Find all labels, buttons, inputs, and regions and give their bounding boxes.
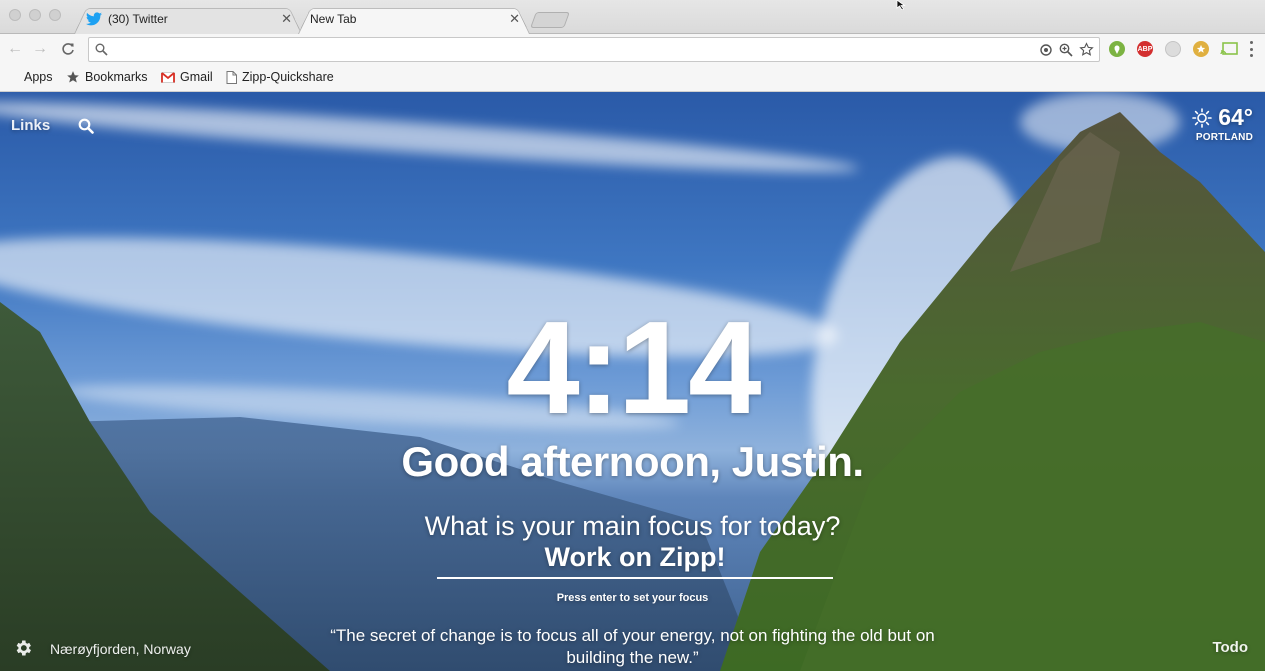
focus-hint: Press enter to set your focus [556, 592, 709, 604]
address-input[interactable] [113, 41, 1033, 58]
bookmark-label: Apps [24, 70, 53, 84]
gmail-icon [161, 71, 175, 83]
close-tab-icon[interactable]: ✕ [281, 11, 292, 27]
bookmark-label: Gmail [180, 70, 213, 84]
search-icon[interactable] [78, 118, 94, 134]
star-icon [67, 71, 79, 83]
weather-city: PORTLAND [1195, 132, 1253, 143]
location-ext-icon[interactable] [1109, 41, 1125, 57]
zoom-icon[interactable] [1059, 43, 1073, 57]
bookmark-label: Bookmarks [85, 70, 148, 84]
close-window-button[interactable] [9, 9, 21, 21]
bookmark-bookmarks[interactable]: Bookmarks [66, 70, 148, 84]
ext-grey-icon[interactable] [1165, 41, 1181, 57]
bookmarks-bar: Apps Bookmarks Gmail Zipp-Quickshare [0, 65, 1265, 92]
address-bar[interactable] [88, 37, 1100, 62]
bookmark-label: Zipp-Quickshare [242, 70, 334, 84]
bookmark-gmail[interactable]: Gmail [161, 70, 213, 84]
bookmark-star-icon[interactable] [1079, 42, 1094, 57]
todo-button[interactable]: Todo [1212, 639, 1248, 656]
bookmark-apps[interactable]: Apps [7, 70, 53, 84]
tab-twitter[interactable]: (30) Twitter ✕ [74, 4, 302, 35]
twitter-bird-icon [86, 12, 102, 26]
tab-title: New Tab [310, 12, 357, 26]
reload-icon[interactable] [61, 42, 75, 56]
page-icon [226, 70, 237, 84]
back-icon[interactable]: ← [7, 40, 23, 58]
adblock-plus-icon[interactable]: ABP [1137, 41, 1153, 57]
forward-icon[interactable]: → [32, 40, 48, 58]
ext-star-icon[interactable] [1193, 41, 1209, 57]
daily-quote[interactable]: “The secret of change is to focus all of… [300, 625, 965, 669]
sun-icon [1192, 107, 1213, 128]
photo-location[interactable]: Nærøyfjorden, Norway [50, 641, 191, 657]
close-tab-icon[interactable]: ✕ [509, 11, 520, 27]
clock-time: 4:14 [506, 294, 761, 441]
zoom-window-button[interactable] [49, 9, 61, 21]
links-button[interactable]: Links [11, 117, 50, 134]
greeting-message: Good afternoon, Justin. [401, 438, 864, 485]
bookmark-zipp-quickshare[interactable]: Zipp-Quickshare [226, 70, 334, 84]
focus-input[interactable] [437, 537, 833, 579]
momentum-dashboard: Links 64° PORTLAND 4:14 Good afternoon, … [0, 92, 1265, 671]
mouse-cursor-icon [896, 0, 906, 10]
location-target-icon[interactable] [1039, 43, 1053, 57]
tab-strip: (30) Twitter ✕ New Tab ✕ [0, 0, 1265, 35]
browser-toolbar: ← → ABP [0, 34, 1265, 65]
search-icon [95, 43, 108, 56]
chrome-menu-icon[interactable] [1250, 41, 1254, 57]
apps-grid-icon [7, 71, 19, 83]
tab-new-tab[interactable]: New Tab ✕ [298, 4, 530, 35]
weather-temperature: 64° [1218, 104, 1253, 130]
weather-widget[interactable]: 64° PORTLAND [1192, 104, 1253, 143]
gear-icon[interactable] [13, 638, 33, 658]
tab-title: (30) Twitter [108, 12, 168, 26]
new-tab-button[interactable] [530, 12, 570, 28]
cast-icon[interactable] [1220, 42, 1238, 56]
minimize-window-button[interactable] [29, 9, 41, 21]
